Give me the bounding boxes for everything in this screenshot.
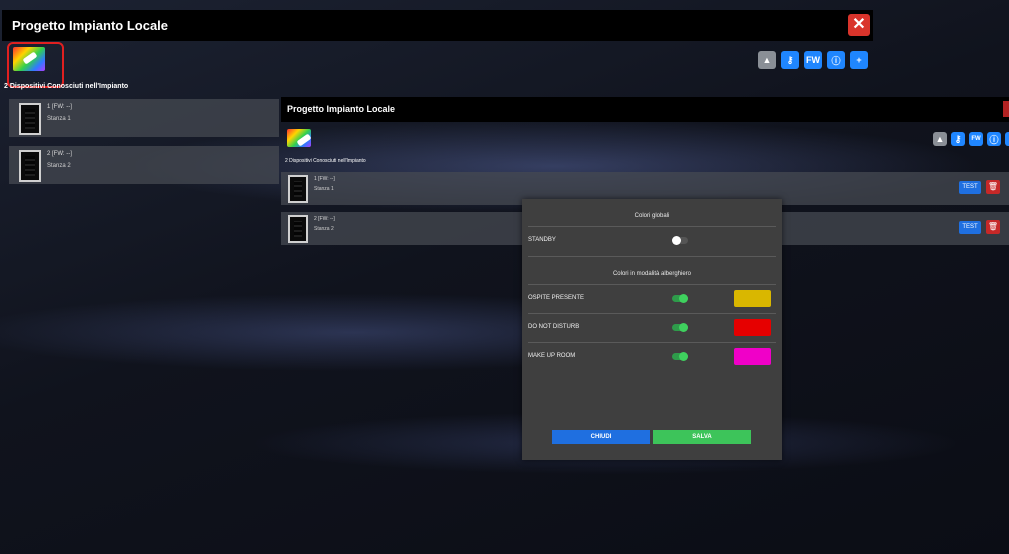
fw-button[interactable]: FW: [804, 51, 822, 69]
toggle-knob: [679, 352, 688, 361]
toolbar: ▲ ⚷ FW ⓘ +: [758, 51, 868, 69]
key-button[interactable]: ⚷: [951, 132, 965, 146]
info-icon: ⓘ: [989, 134, 999, 145]
delete-button[interactable]: 🗑: [986, 180, 1000, 194]
divider: [528, 256, 776, 257]
device-room: Stanza 1: [47, 116, 71, 122]
add-button[interactable]: +: [850, 51, 868, 69]
alert-button[interactable]: ▲: [758, 51, 776, 69]
fw-icon: FW: [971, 136, 981, 142]
plus-icon: +: [856, 55, 862, 65]
window-title: Progetto Impianto Locale: [287, 104, 396, 114]
alert-button[interactable]: ▲: [933, 132, 947, 146]
close-dialog-button[interactable]: CHIUDI: [552, 430, 650, 444]
divider: [528, 226, 776, 227]
key-icon: ⚷: [786, 54, 794, 65]
device-name: 1 [FW: --]: [47, 104, 72, 110]
save-button[interactable]: SALVA: [653, 430, 751, 444]
title-bar: Progetto Impianto Locale ✕: [2, 10, 873, 41]
device-name: 1 [FW: --]: [314, 176, 335, 182]
rainbow-logo-icon[interactable]: [287, 129, 311, 147]
toggle-knob: [679, 294, 688, 303]
color-settings-dialog: Colori globali STANDBY Colori in modalit…: [522, 199, 782, 460]
standby-toggle[interactable]: [672, 236, 688, 245]
title-bar: Progetto Impianto Locale: [281, 97, 1009, 122]
close-button[interactable]: ✕: [848, 14, 870, 36]
test-button[interactable]: TEST: [959, 181, 981, 194]
standby-label: STANDBY: [528, 237, 556, 243]
device-row-2[interactable]: 2 [FW: --] Stanza 2: [9, 146, 279, 184]
fw-button[interactable]: FW: [969, 132, 983, 146]
window-title: Progetto Impianto Locale: [12, 18, 169, 33]
guest-present-color-swatch[interactable]: [734, 290, 771, 307]
make-up-room-label: MAKE UP ROOM: [528, 353, 576, 359]
divider: [528, 342, 776, 343]
test-button[interactable]: TEST: [959, 221, 981, 234]
divider: [528, 313, 776, 314]
info-icon: ⓘ: [831, 55, 841, 66]
toggle-knob: [672, 236, 681, 245]
hotel-colors-header: Colori in modalità alberghiero: [612, 271, 692, 277]
make-up-room-toggle[interactable]: [672, 352, 688, 361]
device-row-1[interactable]: 1 [FW: --] Stanza 1: [9, 99, 279, 137]
device-room: Stanza 1: [314, 186, 334, 192]
device-name: 2 [FW: --]: [314, 216, 335, 222]
device-room: Stanza 2: [314, 226, 334, 232]
key-button[interactable]: ⚷: [781, 51, 799, 69]
key-icon: ⚷: [954, 133, 962, 144]
alert-icon: ▲: [935, 134, 945, 144]
device-count: 2 Dispositivi Conosciuti nell'Impianto: [285, 158, 366, 164]
toolbar: ▲ ⚷ FW ⓘ +: [933, 132, 1009, 146]
guest-present-toggle[interactable]: [672, 294, 688, 303]
device-thumbnail: [288, 175, 308, 203]
highlight-box: [7, 42, 64, 88]
delete-button[interactable]: 🗑: [986, 220, 1000, 234]
x-icon: ✕: [852, 16, 866, 33]
trash-icon: 🗑: [987, 222, 999, 231]
device-room: Stanza 2: [47, 163, 71, 169]
device-name: 2 [FW: --]: [47, 151, 72, 157]
info-button[interactable]: ⓘ: [987, 132, 1001, 146]
divider: [528, 284, 776, 285]
fw-icon: FW: [806, 55, 820, 65]
add-button[interactable]: +: [1005, 132, 1009, 146]
trash-icon: 🗑: [987, 182, 999, 191]
toggle-knob: [679, 323, 688, 332]
close-button[interactable]: [1003, 101, 1009, 117]
do-not-disturb-toggle[interactable]: [672, 323, 688, 332]
global-colors-header: Colori globali: [634, 213, 670, 219]
device-count: 2 Dispositivi Conosciuti nell'Impianto: [4, 83, 129, 90]
do-not-disturb-label: DO NOT DISTURB: [528, 324, 580, 330]
device-thumbnail: [19, 103, 41, 135]
do-not-disturb-color-swatch[interactable]: [734, 319, 771, 336]
make-up-room-color-swatch[interactable]: [734, 348, 771, 365]
info-button[interactable]: ⓘ: [827, 51, 845, 69]
guest-present-label: OSPITE PRESENTE: [528, 295, 585, 301]
device-thumbnail: [288, 215, 308, 243]
device-thumbnail: [19, 150, 41, 182]
alert-icon: ▲: [762, 55, 772, 65]
